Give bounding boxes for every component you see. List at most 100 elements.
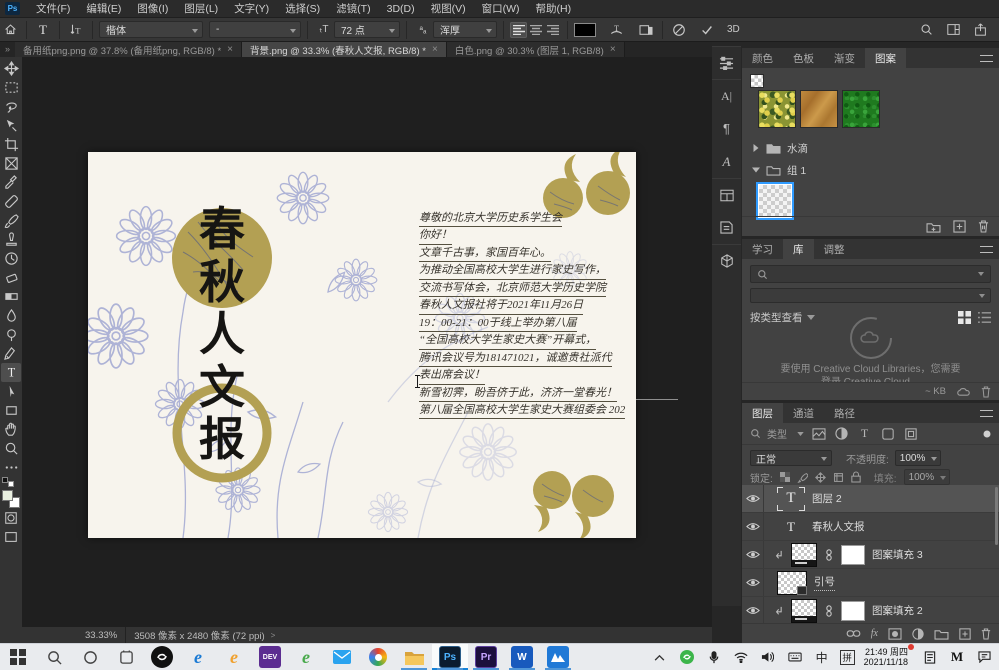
gradient-tool[interactable] — [1, 287, 21, 306]
tray-mic-icon[interactable] — [705, 648, 723, 666]
adjustment-layer-icon[interactable] — [912, 628, 924, 640]
history-brush-tool[interactable] — [1, 249, 21, 268]
align-center-button[interactable] — [527, 22, 544, 38]
taskbar-task-view-icon[interactable] — [108, 644, 144, 670]
filter-type-layers-icon[interactable]: T — [856, 426, 873, 442]
quick-mask-icon[interactable] — [1, 508, 21, 527]
lock-pixels-icon[interactable] — [797, 472, 808, 483]
pen-tool[interactable] — [1, 344, 21, 363]
foreground-background-swatches[interactable] — [2, 490, 20, 508]
filter-type-dropdown[interactable]: 类型 — [767, 426, 804, 441]
layers-tab-图层[interactable]: 图层 — [742, 403, 783, 423]
letter-text-layer[interactable]: 尊敬的北京大学历史系学生会你好！文章千古事，家国百年心。为推动全国高校大学生进行… — [419, 210, 636, 419]
layer-mask-thumbnail[interactable] — [841, 601, 865, 621]
type-tool[interactable]: T — [1, 363, 21, 382]
canvas-pasteboard[interactable]: 春秋人文报 尊敬的北京大学历史系学生会你好！文章千古事，家国百年心。为推动全国高… — [22, 57, 712, 627]
3d-button[interactable]: 3D — [727, 24, 740, 35]
toggle-panels-icon[interactable] — [636, 21, 656, 39]
search-icon[interactable] — [920, 23, 933, 36]
layer-row-引号[interactable]: 引号 — [742, 569, 999, 597]
layer-thumbnail[interactable] — [777, 571, 807, 595]
layer-name[interactable]: 图案填充 3 — [872, 547, 923, 562]
layer-mask-thumbnail[interactable] — [841, 545, 865, 565]
taskbar-search-icon[interactable] — [36, 644, 72, 670]
panel-menu-icon[interactable] — [980, 410, 993, 417]
document-tab-1[interactable]: 背景.png @ 33.3% (春秋人文报, RGB/8) *× — [242, 42, 447, 57]
new-pattern-icon[interactable] — [953, 220, 966, 233]
layer-name[interactable]: 引号 — [814, 574, 835, 591]
zoom-level-field[interactable]: 33.33% — [77, 630, 125, 641]
blend-mode-select[interactable]: 正常 — [750, 450, 832, 466]
taskbar-ie-icon[interactable]: e — [180, 644, 216, 670]
taskbar-explorer-icon[interactable] — [396, 644, 432, 670]
taskbar-premiere-icon[interactable]: Pr — [468, 644, 504, 670]
pattern-group-组 1[interactable]: 组 1 — [742, 160, 999, 180]
pattern-swatch-small[interactable] — [750, 74, 764, 88]
grid-view-icon[interactable] — [958, 311, 971, 324]
tray-expand-icon[interactable] — [651, 648, 669, 666]
lock-transparency-icon[interactable] — [780, 472, 790, 482]
tab-close-icon[interactable]: × — [227, 44, 233, 55]
layers-tab-通道[interactable]: 通道 — [783, 403, 824, 423]
menu-item-4[interactable]: 文字(Y) — [226, 0, 277, 18]
layer-visibility-toggle[interactable] — [742, 513, 764, 540]
ime-mode-indicator[interactable]: 拼 — [840, 650, 855, 665]
menu-item-6[interactable]: 滤镜(T) — [328, 0, 378, 18]
filter-smart-object-icon[interactable] — [902, 426, 919, 442]
layer-visibility-toggle[interactable] — [742, 485, 764, 512]
heal-tool[interactable] — [1, 192, 21, 211]
menu-item-0[interactable]: 文件(F) — [28, 0, 78, 18]
object-select-tool[interactable] — [1, 116, 21, 135]
taskbar-browser-yellow-icon[interactable]: e — [216, 644, 252, 670]
cloud-sync-icon[interactable] — [956, 386, 971, 397]
menu-item-7[interactable]: 3D(D) — [379, 0, 423, 18]
taskbar-photoshop-icon[interactable]: Ps — [432, 644, 468, 670]
dodge-tool[interactable] — [1, 325, 21, 344]
filter-adjustment-icon[interactable] — [833, 426, 850, 442]
pattern-thumb-grass[interactable] — [842, 90, 880, 128]
tool-preset-icon[interactable]: T — [33, 21, 53, 39]
layers-scrollbar[interactable] — [995, 487, 998, 545]
link-layers-icon[interactable] — [846, 629, 861, 638]
taskbar-clock[interactable]: 21:49 周四2021/11/18 — [864, 647, 912, 668]
document-canvas[interactable]: 春秋人文报 尊敬的北京大学历史系学生会你好！文章千古事，家国百年心。为推动全国高… — [88, 152, 636, 538]
menu-item-1[interactable]: 编辑(E) — [78, 0, 129, 18]
tray-green-icon[interactable] — [678, 648, 696, 666]
hand-tool[interactable] — [1, 420, 21, 439]
zoom-tool[interactable] — [1, 439, 21, 458]
taskbar-word-icon[interactable]: W — [504, 644, 540, 670]
font-style-select[interactable]: - — [209, 21, 301, 38]
list-view-icon[interactable] — [978, 311, 991, 324]
home-icon[interactable] — [0, 21, 20, 39]
delete-layer-icon[interactable] — [981, 628, 991, 640]
align-right-button[interactable] — [544, 22, 561, 38]
pattern-thumb-wood[interactable] — [800, 90, 838, 128]
tab-close-icon[interactable]: × — [432, 44, 438, 55]
lasso-tool[interactable] — [1, 97, 21, 116]
status-chevron-icon[interactable]: > — [271, 631, 276, 640]
layer-name[interactable]: 图层 2 — [812, 491, 842, 506]
shape-tool[interactable] — [1, 401, 21, 420]
3d-panel-icon[interactable] — [712, 244, 741, 277]
anti-alias-select[interactable]: 浑厚 — [433, 21, 497, 38]
commit-edit-icon[interactable] — [697, 21, 717, 39]
pattern-fill-thumbnail[interactable] — [791, 543, 817, 567]
opacity-select[interactable]: 100% — [895, 450, 941, 466]
tray-chat-icon[interactable] — [975, 648, 993, 666]
add-mask-icon[interactable] — [888, 628, 902, 640]
pattern-fill-thumbnail[interactable] — [791, 599, 817, 623]
layer-visibility-toggle[interactable] — [742, 597, 764, 623]
taskbar-dev-icon[interactable]: DEV — [252, 644, 288, 670]
new-layer-icon[interactable] — [959, 628, 971, 640]
taskbar-app-blue-icon[interactable] — [540, 644, 576, 670]
fill-select[interactable]: 100% — [904, 469, 950, 485]
menu-item-10[interactable]: 帮助(H) — [528, 0, 580, 18]
layer-row-图层 2[interactable]: T图层 2 — [742, 485, 999, 513]
libraries-tab-调整[interactable]: 调整 — [814, 239, 855, 259]
menu-item-8[interactable]: 视图(V) — [423, 0, 474, 18]
patterns-tab-渐变[interactable]: 渐变 — [824, 48, 865, 68]
lock-all-icon[interactable] — [851, 471, 861, 483]
layer-visibility-toggle[interactable] — [742, 541, 764, 568]
paragraph-panel-icon[interactable]: ¶ — [712, 112, 741, 145]
path-select-tool[interactable] — [1, 382, 21, 401]
